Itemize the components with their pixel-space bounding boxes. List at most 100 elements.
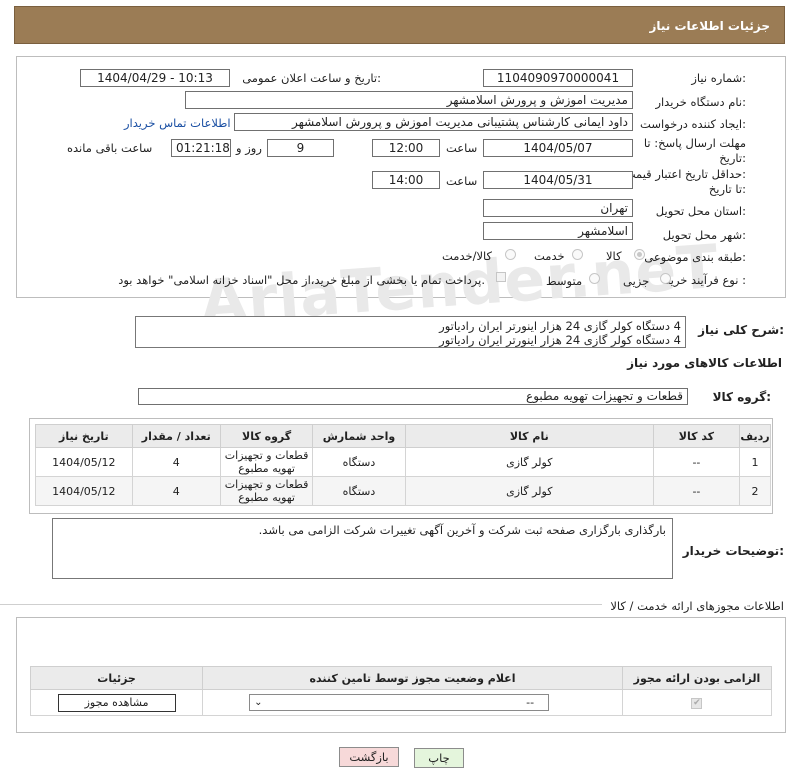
cell-code: -- (652, 476, 741, 506)
view-permit-button[interactable]: مشاهده مجوز (57, 693, 176, 712)
permits-details-cell: مشاهده مجوز (29, 689, 204, 716)
description-label: شرح کلی نیاز: (698, 323, 784, 337)
announce-field: 1404/04/29 - 10:13 (80, 69, 230, 87)
need-number-label: شماره نیاز: (691, 71, 746, 85)
back-button[interactable]: بازگشت (339, 747, 399, 767)
category-radio-goods-service[interactable] (505, 249, 516, 260)
requester-field: داود ایمانی کارشناس پشتیبانی مدیریت اموز… (234, 113, 633, 131)
goods-group-field: قطعات و تجهیزات تهویه مطبوع (138, 388, 688, 405)
col-header-row: ردیف (739, 424, 771, 448)
col-header-code: کد کالا (652, 424, 741, 448)
process-radio-minor[interactable] (660, 273, 671, 284)
col-header-name: نام کالا (404, 424, 654, 448)
permit-status-value: -- (526, 696, 535, 709)
permits-table: الزامی بودن ارائه مجوز اعلام وضعیت مجوز … (29, 666, 773, 716)
buyer-contact-link[interactable]: اطلاعات تماس خریدار (124, 116, 231, 130)
goods-group-label: گروه کالا: (712, 390, 771, 404)
buyer-notes-textarea: بارگذاری بارگزاری صفحه ثبت شرکت و آخرین … (52, 518, 673, 579)
cell-name: کولر گازی (404, 447, 654, 477)
col-header-date: تاریخ نیاز (35, 424, 133, 448)
deadline-label-line2: تاریخ: (719, 151, 746, 165)
remaining-time-label: ساعت باقی مانده (67, 141, 153, 155)
permits-required-cell: ✔ (621, 689, 773, 716)
deadline-time-field: 12:00 (372, 139, 440, 157)
permits-section-title: اطلاعات مجوزهای ارائه خدمت / کالا (610, 599, 784, 613)
deadline-days-label: روز و (236, 141, 262, 155)
category-label: طبقه بندی موضوعی: (644, 250, 746, 264)
province-label: استان محل تحویل: (655, 204, 746, 218)
permits-divider (0, 604, 602, 605)
buyer-org-label: نام دستگاه خریدار: (655, 95, 746, 109)
goods-table: ردیف کد کالا نام کالا واحد شمارش گروه کا… (35, 424, 771, 506)
description-line-1: 4 دستگاه کولر گازی 24 هزار اینورتر ایران… (439, 319, 681, 333)
cell-unit: دستگاه (312, 476, 406, 506)
remaining-time-field: 01:21:18 (171, 139, 231, 157)
validity-label-line1: حداقل تاریخ اعتبار قیمت: (624, 167, 746, 181)
description-line-2: 4 دستگاه کولر گازی 24 هزار اینورتر ایران… (439, 333, 681, 347)
deadline-label: مهلت ارسال پاسخ: تا تاریخ: (644, 136, 746, 166)
buyer-org-field: مدیریت اموزش و پرورش اسلامشهر (185, 91, 633, 109)
treasury-payment-checkbox[interactable] (496, 272, 506, 282)
table-row: 2 -- کولر گازی دستگاه قطعات و تجهیزات ته… (35, 476, 771, 506)
process-radio-medium[interactable] (589, 273, 600, 284)
category-option-goods-service: کالا/خدمت (442, 249, 493, 263)
category-option-goods: کالا (606, 249, 622, 263)
chevron-down-icon: ⌄ (254, 697, 263, 708)
col-header-group: گروه کالا (219, 424, 314, 448)
cell-date: 1404/05/12 (35, 447, 133, 477)
cell-name: کولر گازی (404, 476, 654, 506)
cell-group: قطعات و تجهیزات تهویه مطبوع (219, 476, 314, 506)
permit-status-select[interactable]: -- ⌄ (249, 694, 550, 711)
cell-code: -- (652, 447, 741, 477)
buyer-notes-label: توضیحات خریدار: (682, 544, 784, 558)
col-header-qty: تعداد / مقدار (131, 424, 221, 448)
table-row: 1 -- کولر گازی دستگاه قطعات و تجهیزات ته… (35, 447, 771, 477)
validity-time-label: ساعت (446, 174, 478, 188)
cell-group-line2: تهویه مطبوع (238, 462, 295, 475)
need-number-field: 1104090970000041 (483, 69, 633, 87)
cell-row: 2 (739, 476, 771, 506)
cell-unit: دستگاه (312, 447, 406, 477)
cell-qty: 4 (131, 476, 221, 506)
permits-table-row: ✔ -- ⌄ مشاهده مجوز (29, 689, 773, 716)
cell-group-line1: قطعات و تجهیزات (224, 478, 309, 491)
buyer-notes-text: بارگذاری بارگزاری صفحه ثبت شرکت و آخرین … (258, 523, 666, 537)
category-radio-service[interactable] (572, 249, 583, 260)
validity-date-field: 1404/05/31 (483, 171, 633, 189)
process-label: نوع فرآیند خرید : (664, 273, 746, 287)
announce-label: تاریخ و ساعت اعلان عمومی: (242, 71, 381, 85)
permits-col-status: اعلام وضعیت مجوز توسط تامین کننده (202, 666, 623, 690)
deadline-date-field: 1404/05/07 (483, 139, 633, 157)
cell-group-line1: قطعات و تجهیزات (224, 449, 309, 462)
permit-required-checkbox: ✔ (691, 697, 703, 709)
cell-date: 1404/05/12 (35, 476, 133, 506)
page-title: جزئیات اطلاعات نیاز (649, 19, 770, 33)
cell-row: 1 (739, 447, 771, 477)
goods-section-title: اطلاعات کالاهای مورد نیاز (627, 356, 782, 370)
process-option-medium: متوسط (546, 274, 583, 288)
cell-qty: 4 (131, 447, 221, 477)
city-field: اسلامشهر (483, 222, 633, 240)
cell-group-line2: تهویه مطبوع (238, 491, 295, 504)
permits-col-required: الزامی بودن ارائه مجوز (621, 666, 773, 690)
cell-group: قطعات و تجهیزات تهویه مطبوع (219, 447, 314, 477)
city-label: شهر محل تحویل: (662, 228, 746, 242)
print-button[interactable]: چاپ (414, 748, 464, 768)
deadline-label-line1: مهلت ارسال پاسخ: تا (643, 136, 746, 150)
province-field: تهران (483, 199, 633, 217)
deadline-days-field: 9 (267, 139, 334, 157)
requester-label: ایجاد کننده درخواست: (640, 117, 746, 131)
validity-time-field: 14:00 (372, 171, 440, 189)
permits-col-details: جزئیات (29, 666, 204, 690)
category-radio-goods[interactable] (634, 249, 645, 260)
col-header-unit: واحد شمارش (312, 424, 406, 448)
description-textarea: 4 دستگاه کولر گازی 24 هزار اینورتر ایران… (135, 316, 686, 348)
deadline-time-label: ساعت (446, 141, 478, 155)
process-option-minor: جزیی (623, 274, 650, 288)
permits-status-cell: -- ⌄ (202, 689, 623, 716)
page-header: جزئیات اطلاعات نیاز (14, 6, 785, 44)
treasury-payment-note: پرداخت تمام یا بخشی از مبلغ خرید،از محل … (118, 273, 485, 287)
validity-label: حداقل تاریخ اعتبار قیمت: تا تاریخ: (625, 167, 746, 197)
validity-label-line2: تا تاریخ: (708, 182, 746, 196)
category-option-service: خدمت (534, 249, 565, 263)
